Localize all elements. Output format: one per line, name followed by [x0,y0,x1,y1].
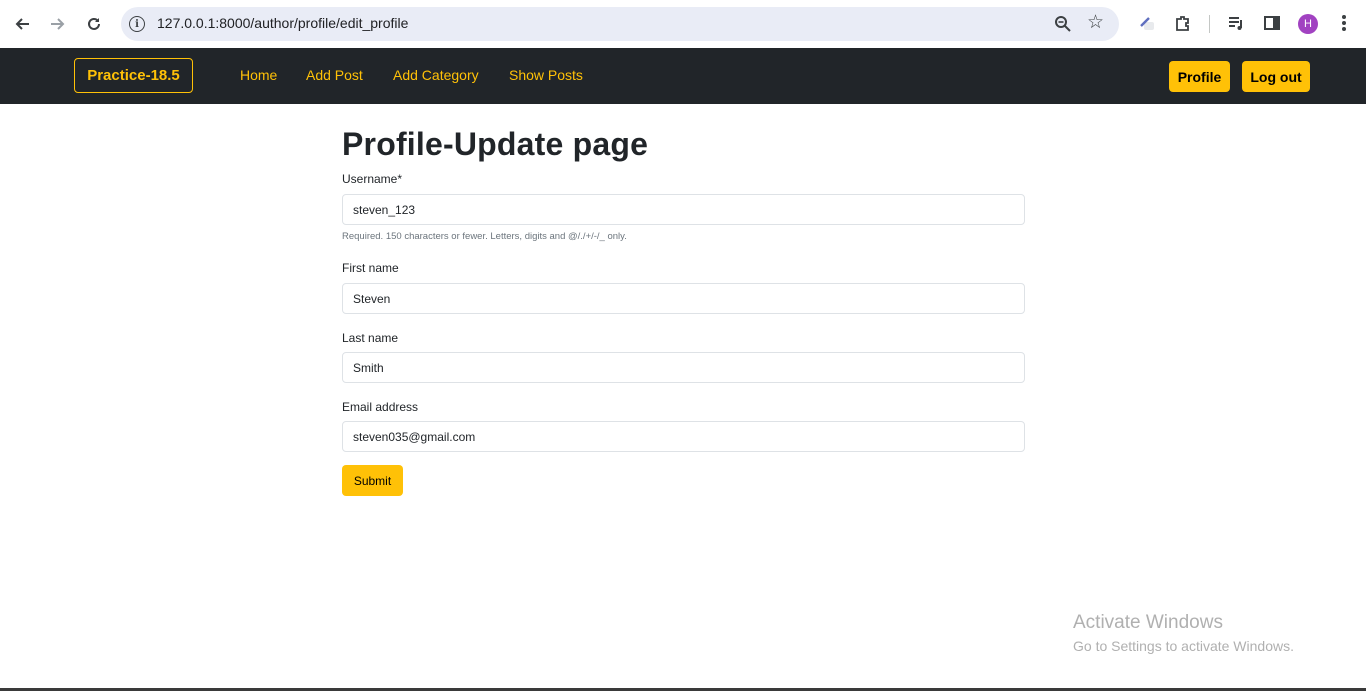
browser-toolbar: i 127.0.0.1:8000/author/profile/edit_pro… [0,0,1366,48]
bookmark-star-icon[interactable]: ☆ [1087,13,1104,33]
site-info-icon[interactable]: i [129,16,145,32]
zoom-icon[interactable] [1054,15,1072,33]
side-panel-icon[interactable] [1261,12,1283,34]
submit-button[interactable]: Submit [342,465,403,496]
toolbar-divider [1209,15,1210,33]
address-bar[interactable]: i 127.0.0.1:8000/author/profile/edit_pro… [121,7,1119,41]
username-help-text: Required. 150 characters or fewer. Lette… [342,231,627,242]
username-label: Username* [342,172,403,186]
page-title: Profile-Update page [342,126,649,162]
email-input[interactable]: steven035@gmail.com [342,421,1025,452]
nav-link-add-category[interactable]: Add Category [393,67,479,83]
extension-pen-icon[interactable] [1136,12,1158,34]
profile-button[interactable]: Profile [1169,61,1230,92]
last-name-input[interactable]: Smith [342,352,1025,383]
brand-logo[interactable]: Practice-18.5 [74,58,193,93]
forward-icon[interactable] [46,12,70,36]
nav-link-show-posts[interactable]: Show Posts [509,67,583,83]
url-text[interactable]: 127.0.0.1:8000/author/profile/edit_profi… [157,15,408,31]
nav-link-home[interactable]: Home [240,67,277,83]
profile-avatar[interactable]: H [1298,14,1318,34]
windows-activation-subtitle: Go to Settings to activate Windows. [1073,638,1294,654]
site-navbar: Practice-18.5 Home Add Post Add Category… [0,48,1366,104]
last-name-label: Last name [342,331,399,345]
first-name-label: First name [342,261,399,275]
username-input[interactable]: steven_123 [342,194,1025,225]
windows-activation-title: Activate Windows [1073,612,1223,633]
logout-button[interactable]: Log out [1242,61,1310,92]
media-queue-icon[interactable] [1225,12,1247,34]
extensions-puzzle-icon[interactable] [1172,12,1194,34]
first-name-input[interactable]: Steven [342,283,1025,314]
more-menu-icon[interactable] [1333,12,1355,34]
email-label: Email address [342,400,419,414]
nav-link-add-post[interactable]: Add Post [306,67,363,83]
back-icon[interactable] [10,12,34,36]
reload-icon[interactable] [82,12,106,36]
